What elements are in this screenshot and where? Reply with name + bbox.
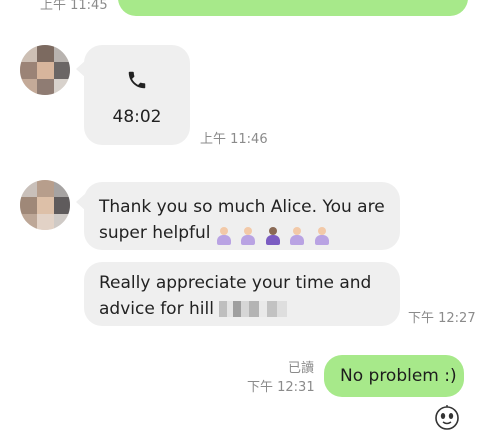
call-time: 上午 11:46 [200,132,268,147]
praying-hands-icon [289,227,305,245]
call-bubble[interactable]: 48:02 [84,45,190,145]
praying-hands-icon [314,227,330,245]
message-time: 下午 12:27 [408,311,476,326]
outgoing-time: 下午 12:31 [247,380,315,395]
message-text-line: Really appreciate your time and [99,273,372,293]
redacted-blur [219,301,288,317]
praying-hands-icon [265,227,281,245]
contact-avatar[interactable] [20,45,70,95]
contact-avatar[interactable] [20,180,70,230]
previous-bubble[interactable] [118,0,468,16]
chat-area: 上午 11:45 48:02 上午 11:46 Thank you so muc… [0,0,480,440]
message-bubble[interactable]: Really appreciate your time and advice f… [84,262,400,326]
message-text-line: super helpful [99,220,400,246]
call-duration: 48:02 [112,107,162,127]
message-text: advice for hill [99,299,214,319]
outgoing-text: No problem :) [340,366,457,386]
previous-time: 上午 11:45 [40,0,108,13]
praying-hands-icon [216,227,232,245]
message-text-line: Thank you so much Alice. You are [99,197,385,217]
read-status: 已讀 [288,361,315,376]
message-bubble[interactable]: Thank you so much Alice. You are super h… [84,182,400,250]
message-text-line: advice for hill [99,296,400,322]
phone-icon [128,71,146,89]
sticker-face-icon[interactable] [434,405,460,431]
praying-hands-icon [240,227,256,245]
praying-hands-emoji-row [216,223,333,245]
outgoing-bubble[interactable]: No problem :) [324,355,464,397]
message-text: super helpful [99,223,211,243]
